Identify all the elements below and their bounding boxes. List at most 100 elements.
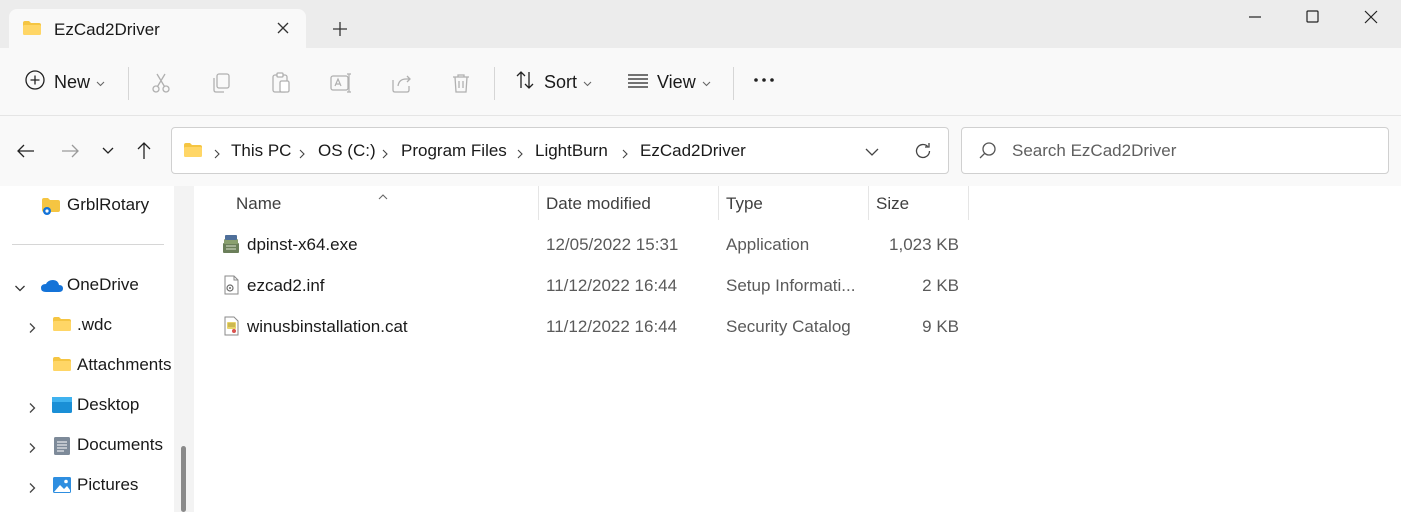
sidebar-item-onedrive[interactable]: OneDrive (0, 267, 174, 303)
close-window-icon[interactable] (1359, 6, 1383, 28)
sort-arrows-icon (514, 69, 536, 96)
copy-icon[interactable] (209, 71, 233, 95)
close-tab-icon[interactable] (274, 19, 292, 37)
file-size: 2 KB (922, 276, 959, 295)
chevron-right-icon[interactable] (26, 439, 38, 453)
breadcrumb-os-c[interactable]: OS (C:) (318, 141, 376, 161)
file-row[interactable]: winusbinstallation.cat 11/12/2022 16:44 … (196, 307, 1401, 348)
folder-icon (22, 20, 42, 41)
view-list-icon (627, 69, 649, 96)
cut-icon[interactable] (149, 71, 173, 95)
sidebar-item-label: OneDrive (67, 275, 139, 294)
chevron-down-icon (583, 72, 592, 92)
security-catalog-icon (221, 316, 241, 341)
address-row: This PC OS (C:) Program Files LightBurn … (0, 116, 1401, 186)
recent-locations-icon[interactable] (97, 140, 119, 162)
toolbar-divider (733, 67, 734, 100)
file-type: Security Catalog (726, 317, 851, 336)
file-list: Name Date modified Type Size dpinst-x64.… (196, 186, 1401, 512)
column-header-date-modified[interactable]: Date modified (546, 194, 651, 214)
chevron-right-icon[interactable] (26, 399, 38, 413)
sidebar-item-label: Desktop (77, 395, 140, 414)
file-row[interactable]: dpinst-x64.exe 12/05/2022 15:31 Applicat… (196, 225, 1401, 266)
search-input[interactable] (1012, 138, 1372, 164)
sidebar-item-label: .wdc (77, 315, 112, 334)
sidebar-item-label: Documents (77, 435, 163, 454)
share-icon[interactable] (389, 71, 413, 95)
breadcrumb-this-pc[interactable]: This PC (231, 141, 291, 161)
sidebar-item-wdc[interactable]: .wdc (0, 307, 174, 343)
more-options-button[interactable] (753, 48, 775, 116)
column-header-size[interactable]: Size (876, 194, 909, 214)
up-arrow-icon[interactable] (133, 140, 155, 162)
forward-arrow-icon[interactable] (59, 140, 81, 162)
new-label: New (54, 71, 91, 92)
navigation-pane: GrblRotary OneDrive .wdc Attachments Des… (0, 186, 174, 512)
rename-icon[interactable] (329, 71, 353, 95)
command-bar: New Sort View (0, 48, 1401, 116)
chevron-down-icon[interactable] (14, 279, 26, 292)
new-tab-icon[interactable] (329, 18, 351, 40)
tab-ezcad2driver[interactable]: EzCad2Driver (9, 9, 306, 48)
pictures-icon (52, 476, 72, 499)
column-divider[interactable] (538, 186, 539, 220)
refresh-icon[interactable] (913, 141, 933, 166)
address-bar[interactable]: This PC OS (C:) Program Files LightBurn … (171, 127, 949, 174)
more-dots-icon (753, 69, 775, 96)
sidebar-item-desktop[interactable]: Desktop (0, 387, 174, 423)
file-size: 9 KB (922, 317, 959, 336)
view-button[interactable]: View (627, 48, 711, 116)
address-history-chevron-icon[interactable] (864, 144, 880, 164)
sidebar-item-grblrotary[interactable]: GrblRotary (0, 187, 174, 223)
sidebar-item-attachments[interactable]: Attachments (0, 347, 174, 383)
folder-icon (183, 142, 203, 163)
desktop-icon (51, 396, 73, 419)
file-type: Application (726, 235, 810, 254)
tab-title: EzCad2Driver (54, 20, 160, 39)
file-type: Setup Informati... (726, 276, 856, 295)
column-divider[interactable] (868, 186, 869, 220)
chevron-right-icon[interactable] (26, 479, 38, 493)
minimize-icon[interactable] (1243, 6, 1267, 28)
breadcrumb-program-files[interactable]: Program Files (401, 141, 507, 161)
maximize-icon[interactable] (1300, 6, 1324, 28)
breadcrumb-ezcad2driver[interactable]: EzCad2Driver (640, 141, 746, 161)
chevron-down-icon (96, 72, 105, 92)
folder-icon (52, 356, 72, 377)
sort-label: Sort (544, 71, 578, 92)
back-arrow-icon[interactable] (15, 140, 37, 162)
sidebar-item-label: Pictures (77, 475, 139, 494)
installer-icon (221, 234, 241, 259)
file-row[interactable]: ezcad2.inf 11/12/2022 16:44 Setup Inform… (196, 266, 1401, 307)
column-divider[interactable] (968, 186, 969, 220)
sort-ascending-caret-icon (377, 186, 389, 200)
column-header-type[interactable]: Type (726, 194, 763, 214)
chevron-right-icon (620, 145, 630, 159)
file-size: 1,023 KB (889, 235, 959, 254)
column-header-name[interactable]: Name (236, 194, 281, 214)
search-box[interactable] (961, 127, 1389, 174)
new-button[interactable]: New (24, 48, 105, 116)
chevron-down-icon (702, 72, 711, 92)
folder-icon (52, 316, 72, 337)
search-icon (978, 141, 998, 166)
delete-icon[interactable] (449, 71, 473, 95)
onedrive-cloud-icon (40, 278, 64, 298)
paste-icon[interactable] (269, 71, 293, 95)
column-divider[interactable] (718, 186, 719, 220)
sidebar-item-documents[interactable]: Documents (0, 427, 174, 463)
file-name: dpinst-x64.exe (247, 235, 358, 254)
sidebar-item-label: Attachments (77, 355, 172, 374)
sort-button[interactable]: Sort (514, 48, 592, 116)
toolbar-divider (128, 67, 129, 100)
title-bar: EzCad2Driver (0, 0, 1401, 48)
setup-info-icon (221, 275, 241, 300)
file-date-modified: 11/12/2022 16:44 (546, 276, 678, 295)
folder-link-icon (41, 196, 63, 221)
sidebar-scrollbar-thumb[interactable] (181, 446, 186, 512)
breadcrumb-lightburn[interactable]: LightBurn (535, 141, 608, 161)
file-name: ezcad2.inf (247, 276, 325, 295)
chevron-right-icon[interactable] (26, 319, 38, 333)
sidebar-item-pictures[interactable]: Pictures (0, 467, 174, 503)
file-date-modified: 11/12/2022 16:44 (546, 317, 678, 336)
